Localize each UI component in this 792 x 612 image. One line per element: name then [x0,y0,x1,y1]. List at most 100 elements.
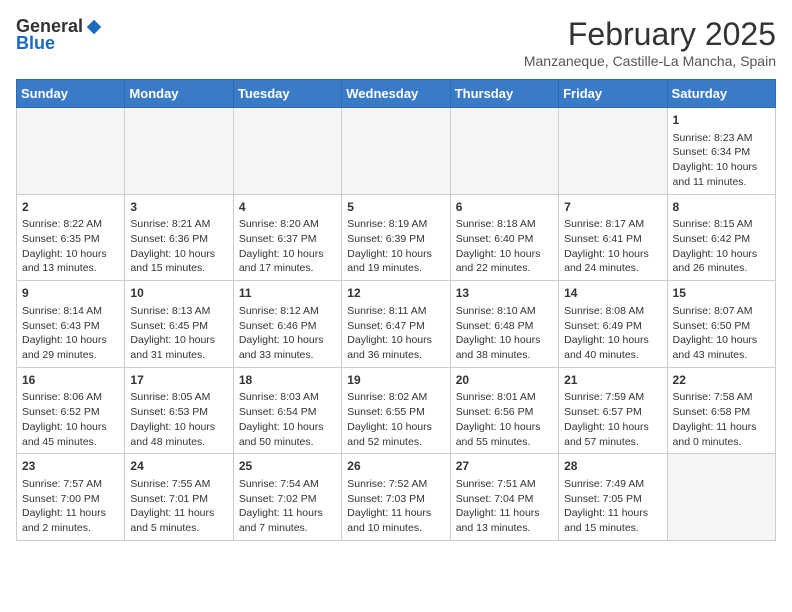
day-number: 25 [239,458,336,475]
weekday-header-monday: Monday [125,80,233,108]
day-info: Sunrise: 8:08 AMSunset: 6:49 PMDaylight:… [564,304,661,363]
day-info: Sunrise: 8:21 AMSunset: 6:36 PMDaylight:… [130,217,227,276]
day-info: Sunrise: 7:52 AMSunset: 7:03 PMDaylight:… [347,477,444,536]
day-number: 3 [130,199,227,216]
day-info: Sunrise: 8:05 AMSunset: 6:53 PMDaylight:… [130,390,227,449]
day-info: Sunrise: 7:51 AMSunset: 7:04 PMDaylight:… [456,477,553,536]
day-number: 22 [673,372,770,389]
calendar-cell [342,108,450,195]
logo: General Blue [16,16,103,54]
day-number: 14 [564,285,661,302]
calendar-cell: 21Sunrise: 7:59 AMSunset: 6:57 PMDayligh… [559,367,667,454]
logo-blue: Blue [16,33,55,54]
day-info: Sunrise: 8:02 AMSunset: 6:55 PMDaylight:… [347,390,444,449]
calendar-cell: 3Sunrise: 8:21 AMSunset: 6:36 PMDaylight… [125,194,233,281]
day-info: Sunrise: 8:17 AMSunset: 6:41 PMDaylight:… [564,217,661,276]
week-row-4: 16Sunrise: 8:06 AMSunset: 6:52 PMDayligh… [17,367,776,454]
day-info: Sunrise: 8:22 AMSunset: 6:35 PMDaylight:… [22,217,119,276]
calendar-cell [233,108,341,195]
calendar-cell: 12 Sunrise: 8:11 AMSunset: 6:47 PMDayligh… [342,281,450,368]
calendar-cell [559,108,667,195]
calendar-cell: 6Sunrise: 8:18 AMSunset: 6:40 PMDaylight… [450,194,558,281]
day-number: 18 [239,372,336,389]
day-info: Sunrise: 8:06 AMSunset: 6:52 PMDaylight:… [22,390,119,449]
calendar-cell [17,108,125,195]
day-info: Sunrise: 8:15 AMSunset: 6:42 PMDaylight:… [673,217,770,276]
day-info: Sunrise: 8:12 AMSunset: 6:46 PMDaylight:… [239,304,336,363]
weekday-header-row: SundayMondayTuesdayWednesdayThursdayFrid… [17,80,776,108]
week-row-1: 1 Sunrise: 8:23 AMSunset: 6:34 PMDaylight… [17,108,776,195]
calendar-cell: 23 Sunrise: 7:57 AMSunset: 7:00 PMDayligh… [17,454,125,541]
day-info: Sunrise: 8:20 AMSunset: 6:37 PMDaylight:… [239,217,336,276]
day-number: 8 [673,199,770,216]
logo-flag-icon [85,18,103,36]
week-row-2: 2Sunrise: 8:22 AMSunset: 6:35 PMDaylight… [17,194,776,281]
day-number: 9 [22,285,119,302]
location-subtitle: Manzaneque, Castille-La Mancha, Spain [524,53,776,69]
calendar-cell [450,108,558,195]
day-number: 28 [564,458,661,475]
day-info: Sunrise: 7:59 AMSunset: 6:57 PMDaylight:… [564,390,661,449]
day-number: 11 [239,285,336,302]
calendar-cell: 14 Sunrise: 8:08 AMSunset: 6:49 PMDayligh… [559,281,667,368]
calendar-cell [667,454,775,541]
calendar-cell: 13 Sunrise: 8:10 AMSunset: 6:48 PMDayligh… [450,281,558,368]
calendar-cell: 4Sunrise: 8:20 AMSunset: 6:37 PMDaylight… [233,194,341,281]
calendar-cell: 24 Sunrise: 7:55 AMSunset: 7:01 PMDayligh… [125,454,233,541]
day-number: 12 [347,285,444,302]
week-row-5: 23 Sunrise: 7:57 AMSunset: 7:00 PMDayligh… [17,454,776,541]
day-number: 27 [456,458,553,475]
day-number: 4 [239,199,336,216]
day-number: 20 [456,372,553,389]
day-number: 24 [130,458,227,475]
calendar-cell: 17Sunrise: 8:05 AMSunset: 6:53 PMDayligh… [125,367,233,454]
calendar-cell: 22Sunrise: 7:58 AMSunset: 6:58 PMDayligh… [667,367,775,454]
day-number: 15 [673,285,770,302]
calendar-cell: 5Sunrise: 8:19 AMSunset: 6:39 PMDaylight… [342,194,450,281]
calendar-cell: 18Sunrise: 8:03 AMSunset: 6:54 PMDayligh… [233,367,341,454]
day-number: 2 [22,199,119,216]
calendar-cell: 10Sunrise: 8:13 AMSunset: 6:45 PMDayligh… [125,281,233,368]
calendar-cell: 8Sunrise: 8:15 AMSunset: 6:42 PMDaylight… [667,194,775,281]
calendar-cell: 27 Sunrise: 7:51 AMSunset: 7:04 PMDayligh… [450,454,558,541]
calendar-cell: 16Sunrise: 8:06 AMSunset: 6:52 PMDayligh… [17,367,125,454]
month-year-title: February 2025 [524,16,776,53]
day-number: 19 [347,372,444,389]
day-info: Sunrise: 8:19 AMSunset: 6:39 PMDaylight:… [347,217,444,276]
title-block: February 2025 Manzaneque, Castille-La Ma… [524,16,776,69]
calendar-cell: 11 Sunrise: 8:12 AMSunset: 6:46 PMDayligh… [233,281,341,368]
day-info: Sunrise: 8:11 AMSunset: 6:47 PMDaylight:… [347,304,444,363]
day-number: 21 [564,372,661,389]
day-number: 13 [456,285,553,302]
day-info: Sunrise: 8:10 AMSunset: 6:48 PMDaylight:… [456,304,553,363]
day-info: Sunrise: 8:03 AMSunset: 6:54 PMDaylight:… [239,390,336,449]
day-info: Sunrise: 7:55 AMSunset: 7:01 PMDaylight:… [130,477,227,536]
day-number: 1 [673,112,770,129]
day-info: Sunrise: 7:54 AMSunset: 7:02 PMDaylight:… [239,477,336,536]
weekday-header-thursday: Thursday [450,80,558,108]
calendar-table: SundayMondayTuesdayWednesdayThursdayFrid… [16,79,776,541]
day-number: 7 [564,199,661,216]
weekday-header-sunday: Sunday [17,80,125,108]
weekday-header-saturday: Saturday [667,80,775,108]
day-info: Sunrise: 7:49 AMSunset: 7:05 PMDaylight:… [564,477,661,536]
calendar-cell: 26Sunrise: 7:52 AMSunset: 7:03 PMDayligh… [342,454,450,541]
day-info: Sunrise: 7:57 AMSunset: 7:00 PMDaylight:… [22,477,119,536]
calendar-cell: 9 Sunrise: 8:14 AMSunset: 6:43 PMDaylight… [17,281,125,368]
day-info: Sunrise: 8:18 AMSunset: 6:40 PMDaylight:… [456,217,553,276]
weekday-header-friday: Friday [559,80,667,108]
calendar-cell: 7Sunrise: 8:17 AMSunset: 6:41 PMDaylight… [559,194,667,281]
calendar-cell: 15Sunrise: 8:07 AMSunset: 6:50 PMDayligh… [667,281,775,368]
calendar-cell: 1 Sunrise: 8:23 AMSunset: 6:34 PMDaylight… [667,108,775,195]
day-info: Sunrise: 8:14 AMSunset: 6:43 PMDaylight:… [22,304,119,363]
page-header: General Blue February 2025 Manzaneque, C… [16,16,776,69]
calendar-cell: 19Sunrise: 8:02 AMSunset: 6:55 PMDayligh… [342,367,450,454]
weekday-header-tuesday: Tuesday [233,80,341,108]
calendar-cell: 25 Sunrise: 7:54 AMSunset: 7:02 PMDayligh… [233,454,341,541]
weekday-header-wednesday: Wednesday [342,80,450,108]
day-number: 17 [130,372,227,389]
day-number: 23 [22,458,119,475]
day-info: Sunrise: 8:23 AMSunset: 6:34 PMDaylight:… [673,131,770,190]
day-number: 6 [456,199,553,216]
day-info: Sunrise: 8:01 AMSunset: 6:56 PMDaylight:… [456,390,553,449]
